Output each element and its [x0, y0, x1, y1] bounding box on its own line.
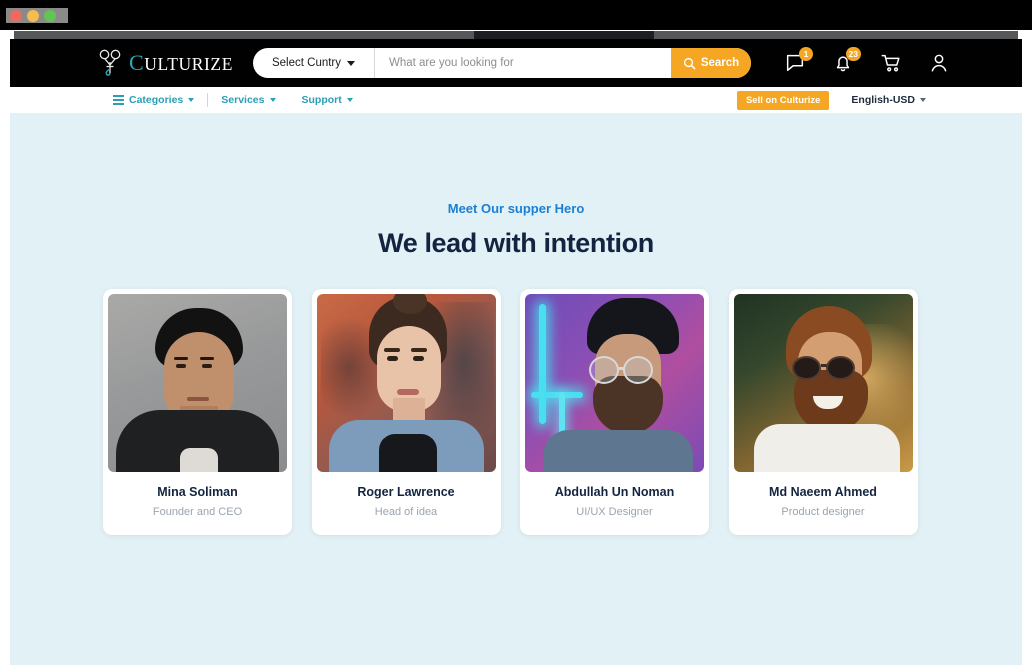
brand-logo[interactable]: CULTURIZE — [97, 49, 233, 77]
page-title: We lead with intention — [378, 228, 654, 258]
team-card[interactable]: Roger Lawrence Head of idea — [311, 289, 501, 535]
team-member-name: Abdullah Un Noman — [554, 485, 675, 499]
team-card-body: Mina Soliman Founder and CEO — [108, 472, 287, 535]
search-button-label: Search — [700, 57, 740, 69]
maximize-window-button[interactable] — [44, 9, 56, 22]
sell-on-culturize-button[interactable]: Sell on Culturize — [736, 90, 830, 110]
team-member-role: Founder and CEO — [152, 506, 243, 518]
team-card[interactable]: Abdullah Un Noman UI/UX Designer — [520, 289, 709, 535]
nav-item-services[interactable]: Services — [208, 94, 288, 106]
team-member-photo — [525, 294, 704, 472]
cart-icon[interactable] — [880, 52, 902, 74]
search-bar: Select Cuntry Search — [253, 48, 751, 78]
nav-item-support[interactable]: Support — [289, 94, 366, 106]
bell-icon[interactable]: 23 — [832, 47, 861, 74]
team-member-role: Head of idea — [374, 506, 438, 518]
header-icon-group: 1 23 — [784, 47, 950, 74]
team-card[interactable]: Mina Soliman Founder and CEO — [103, 289, 292, 535]
team-card-body: Abdullah Un Noman UI/UX Designer — [525, 472, 704, 535]
chevron-down-icon — [347, 60, 356, 66]
message-icon[interactable]: 1 — [784, 47, 813, 74]
nav-item-services-label: Services — [221, 94, 265, 106]
team-card-body: Md Naeem Ahmed Product designer — [734, 472, 913, 535]
secondary-nav: Categories Services Support Sell on Cult… — [10, 87, 1022, 113]
language-currency-label: English-USD — [851, 94, 915, 106]
nav-item-support-label: Support — [301, 94, 342, 106]
country-select[interactable]: Select Cuntry — [253, 48, 375, 78]
bell-badge: 23 — [845, 47, 861, 61]
language-currency-select[interactable]: English-USD — [851, 94, 926, 106]
window-traffic-lights — [6, 8, 68, 23]
address-bar-text — [474, 31, 654, 39]
team-card-body: Roger Lawrence Head of idea — [317, 472, 496, 535]
message-badge: 1 — [799, 47, 813, 61]
site-header: CULTURIZE Select Cuntry Search 1 — [10, 39, 1022, 87]
hero-eyebrow: Meet Our supper Hero — [447, 201, 585, 216]
cart-glyph — [881, 54, 900, 72]
search-input[interactable] — [375, 48, 671, 78]
minimize-window-button[interactable] — [27, 9, 39, 22]
list-icon — [113, 95, 124, 105]
chevron-down-icon — [346, 98, 353, 102]
team-member-name: Mina Soliman — [157, 485, 238, 499]
team-member-name: Md Naeem Ahmed — [769, 485, 877, 499]
address-bar[interactable] — [14, 31, 1018, 39]
team-card[interactable]: Md Naeem Ahmed Product designer — [728, 289, 918, 535]
team-card-row: Mina Soliman Founder and CEO Roger Lawre… — [103, 289, 929, 535]
nav-item-categories[interactable]: Categories — [100, 94, 207, 106]
nav-item-categories-label: Categories — [129, 94, 184, 106]
chevron-down-icon — [920, 98, 926, 102]
team-member-photo — [733, 294, 913, 472]
team-hero-section: Meet Our supper Hero We lead with intent… — [10, 113, 1022, 665]
close-window-button[interactable] — [10, 9, 22, 22]
search-icon — [683, 57, 696, 69]
page-viewport: CULTURIZE Select Cuntry Search 1 — [10, 39, 1022, 665]
secondary-nav-links: Categories Services Support — [100, 93, 366, 107]
chevron-down-icon — [188, 98, 195, 102]
culturize-scissors-logo-icon — [99, 49, 121, 76]
team-member-role: UI/UX Designer — [576, 506, 653, 518]
browser-chrome — [0, 0, 1032, 30]
team-member-photo — [316, 294, 496, 472]
country-select-label: Select Cuntry — [271, 57, 342, 69]
team-member-role: Product designer — [781, 506, 865, 518]
search-button[interactable]: Search — [671, 48, 751, 78]
team-member-photo — [108, 294, 287, 472]
team-member-name: Roger Lawrence — [357, 485, 455, 499]
brand-name: CULTURIZE — [129, 50, 234, 75]
chevron-down-icon — [269, 98, 276, 102]
user-glyph — [931, 54, 947, 72]
secondary-nav-actions: Sell on Culturize English-USD — [736, 90, 926, 110]
user-icon[interactable] — [928, 52, 950, 74]
